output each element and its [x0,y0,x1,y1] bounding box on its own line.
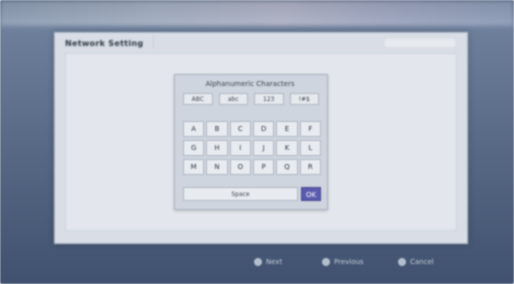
footer-previous-label: Previous [334,258,364,266]
key-n[interactable]: N [206,159,228,175]
keyboard-tab-lowercase[interactable]: abc [218,93,248,105]
keyboard-keys: A B C D E F G H I J K L M N O P Q R [183,121,321,175]
key-o[interactable]: O [229,159,251,175]
key-r[interactable]: R [299,159,321,175]
key-h[interactable]: H [206,140,228,156]
keyboard-bottom-row: Space OK [183,187,321,201]
dialog-tab-divider [153,35,170,49]
footer-cancel-button[interactable]: Cancel [398,258,434,266]
keyboard-tab-numbers[interactable]: 123 [254,93,284,105]
key-b[interactable]: B [206,121,228,137]
key-i[interactable]: I [229,140,251,156]
key-d[interactable]: D [253,121,275,137]
key-k[interactable]: K [276,140,298,156]
key-p[interactable]: P [253,159,275,175]
key-l[interactable]: L [299,140,321,156]
key-e[interactable]: E [276,121,298,137]
previous-icon [322,258,330,266]
footer-previous-button[interactable]: Previous [322,258,364,266]
screen-frame: Network Setting Alphanumeric Characters … [0,0,514,284]
footer-cancel-label: Cancel [410,258,434,266]
key-c[interactable]: C [229,121,251,137]
dialog-title: Network Setting [65,39,144,48]
footer-next-button[interactable]: Next [254,258,282,266]
key-ok[interactable]: OK [301,187,321,201]
keyboard-tab-symbols[interactable]: !#$ [289,93,319,105]
key-g[interactable]: G [183,140,205,156]
key-j[interactable]: J [253,140,275,156]
footer-next-label: Next [266,258,283,266]
key-m[interactable]: M [183,159,205,175]
key-q[interactable]: Q [276,159,298,175]
keyboard-title: Alphanumeric Characters [205,80,295,88]
dialog-header-field [385,39,455,47]
next-icon [254,258,262,266]
key-a[interactable]: A [183,121,205,137]
keyboard-mode-tabs: ABC abc 123 !#$ [183,93,319,105]
footer-bar: Next Previous Cancel [0,248,514,284]
cancel-icon [398,258,406,266]
key-f[interactable]: F [299,121,321,137]
on-screen-keyboard: Alphanumeric Characters ABC abc 123 !#$ … [174,74,328,210]
keyboard-tab-uppercase[interactable]: ABC [183,93,213,105]
key-space[interactable]: Space [183,187,298,201]
